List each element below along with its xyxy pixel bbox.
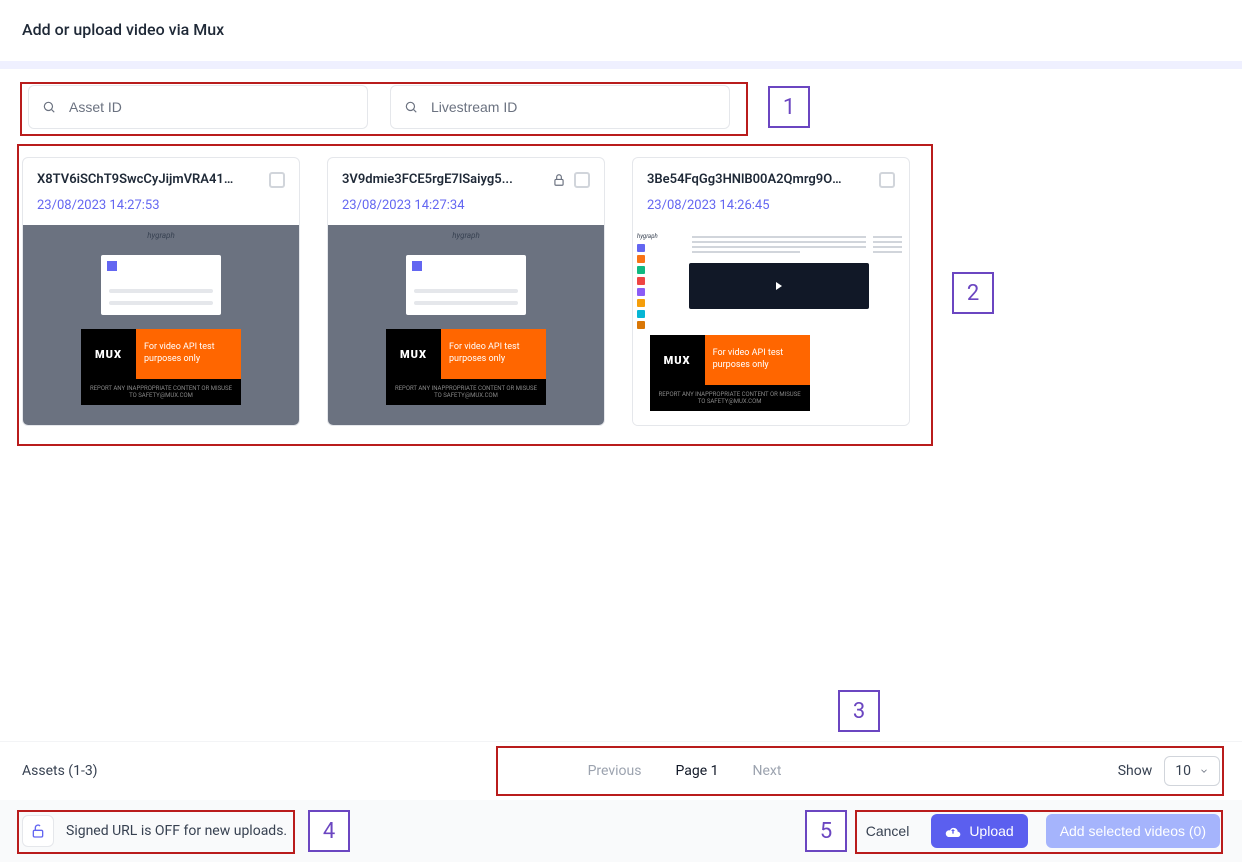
card-date: 23/08/2023 14:27:34 xyxy=(328,198,604,225)
card-thumbnail: hygraph xyxy=(633,225,909,425)
mux-logo: MUX xyxy=(386,329,441,379)
action-row: Signed URL is OFF for new uploads. Cance… xyxy=(0,800,1242,862)
show-label: Show xyxy=(1118,763,1153,779)
annotation-num-1: 1 xyxy=(768,86,810,128)
cards-row: X8TV6iSChT9SwcCyJijmVRA41M... 23/08/2023… xyxy=(22,157,1220,426)
divider xyxy=(0,61,1242,69)
mux-overlay: MUX For video API test purposes only REP… xyxy=(81,329,241,405)
hygraph-logo: hygraph xyxy=(147,231,175,240)
card-date: 23/08/2023 14:26:45 xyxy=(633,198,909,225)
card-title: 3V9dmie3FCE5rgE7lSaiyg5... xyxy=(342,172,513,187)
hygraph-logo: hygraph xyxy=(452,231,480,240)
search-icon xyxy=(404,100,418,114)
mux-logo: MUX xyxy=(650,335,705,385)
video-card[interactable]: X8TV6iSChT9SwcCyJijmVRA41M... 23/08/2023… xyxy=(22,157,300,426)
mux-text: For video API test purposes only xyxy=(136,329,241,379)
asset-id-search-wrap xyxy=(28,85,368,129)
pagination-controls: Previous Page 1 Next xyxy=(588,763,782,779)
show-value: 10 xyxy=(1175,763,1191,779)
livestream-id-input[interactable] xyxy=(390,85,730,129)
card-actions xyxy=(879,172,895,188)
show-select[interactable]: 10 xyxy=(1164,756,1220,786)
right-actions: Cancel Upload Add selected videos (0) xyxy=(862,814,1220,848)
card-thumbnail: hygraph MUX For video API test purposes … xyxy=(328,225,604,425)
signed-icon-box[interactable] xyxy=(22,815,54,847)
page-title: Add or upload video via Mux xyxy=(0,0,1242,61)
card-title: X8TV6iSChT9SwcCyJijmVRA41M... xyxy=(37,172,237,187)
card-title: 3Be54FqGg3HNlB00A2Qmrg9Oc... xyxy=(647,172,847,187)
video-card[interactable]: 3Be54FqGg3HNlB00A2Qmrg9Oc... 23/08/2023 … xyxy=(632,157,910,426)
form-preview xyxy=(406,255,526,315)
signed-url-status: Signed URL is OFF for new uploads. xyxy=(22,815,287,847)
card-header: X8TV6iSChT9SwcCyJijmVRA41M... xyxy=(23,158,299,198)
annotation-num-4: 4 xyxy=(308,810,350,852)
footer: Assets (1-3) Previous Page 1 Next Show 1… xyxy=(0,741,1242,862)
form-preview xyxy=(101,255,221,315)
mux-footer-text: REPORT ANY INAPPROPRIATE CONTENT OR MISU… xyxy=(81,379,241,405)
select-checkbox[interactable] xyxy=(269,172,285,188)
mux-overlay: MUX For video API test purposes only REP… xyxy=(650,335,810,411)
show-per-page: Show 10 xyxy=(1118,756,1220,786)
pagination-row: Assets (1-3) Previous Page 1 Next Show 1… xyxy=(0,741,1242,800)
annotation-num-5: 5 xyxy=(805,810,847,852)
annotation-num-2: 2 xyxy=(952,272,994,314)
assets-count: Assets (1-3) xyxy=(22,763,98,779)
card-actions xyxy=(552,172,590,188)
annotation-num-3: 3 xyxy=(838,690,880,732)
card-header: 3Be54FqGg3HNlB00A2Qmrg9Oc... xyxy=(633,158,909,198)
mux-text: For video API test purposes only xyxy=(705,335,810,385)
upload-label: Upload xyxy=(969,823,1013,839)
chevron-down-icon xyxy=(1199,766,1209,776)
mux-overlay: MUX For video API test purposes only REP… xyxy=(386,329,546,405)
search-icon xyxy=(42,100,56,114)
select-checkbox[interactable] xyxy=(574,172,590,188)
video-grid: X8TV6iSChT9SwcCyJijmVRA41M... 23/08/2023… xyxy=(0,145,1242,426)
add-selected-button[interactable]: Add selected videos (0) xyxy=(1046,814,1220,848)
mux-text: For video API test purposes only xyxy=(441,329,546,379)
livestream-id-search-wrap xyxy=(390,85,730,129)
mux-footer-text: REPORT ANY INAPPROPRIATE CONTENT OR MISU… xyxy=(650,385,810,411)
lock-icon xyxy=(552,173,566,187)
docs-toc-preview xyxy=(870,233,905,256)
asset-id-input[interactable] xyxy=(28,85,368,129)
upload-button[interactable]: Upload xyxy=(931,814,1027,848)
card-thumbnail: hygraph MUX For video API test purposes … xyxy=(23,225,299,425)
next-link[interactable]: Next xyxy=(752,763,781,779)
cancel-button[interactable]: Cancel xyxy=(862,815,914,847)
card-date: 23/08/2023 14:27:53 xyxy=(23,198,299,225)
card-actions xyxy=(269,172,285,188)
search-row xyxy=(0,69,1242,145)
unlock-icon xyxy=(30,823,46,839)
docs-main-preview xyxy=(689,233,869,309)
cloud-upload-icon xyxy=(945,825,961,837)
card-header: 3V9dmie3FCE5rgE7lSaiyg5... xyxy=(328,158,604,198)
signed-url-text: Signed URL is OFF for new uploads. xyxy=(66,823,287,839)
page-current: Page 1 xyxy=(675,763,718,779)
mux-logo: MUX xyxy=(81,329,136,379)
mux-footer-text: REPORT ANY INAPPROPRIATE CONTENT OR MISU… xyxy=(386,379,546,405)
select-checkbox[interactable] xyxy=(879,172,895,188)
video-card[interactable]: 3V9dmie3FCE5rgE7lSaiyg5... 23/08/2023 14… xyxy=(327,157,605,426)
previous-link[interactable]: Previous xyxy=(588,763,642,779)
